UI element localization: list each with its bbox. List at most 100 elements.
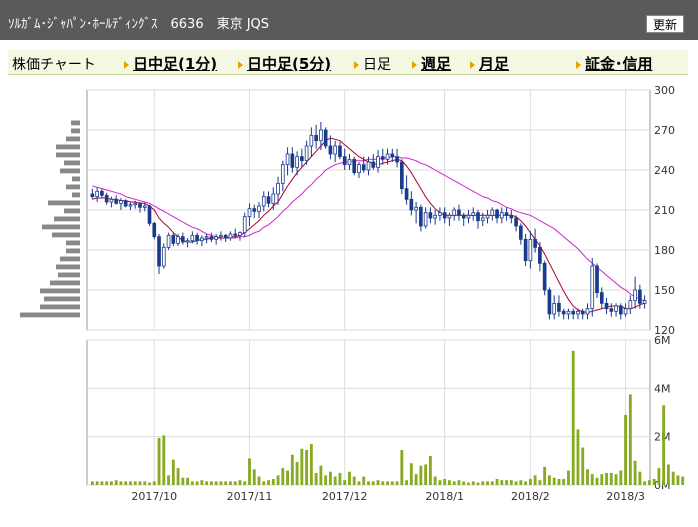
volume-bar (109, 481, 113, 485)
candle-body (342, 156, 347, 166)
volume-bar (495, 478, 499, 485)
price-tick-label: 300 (654, 84, 675, 97)
candle-body (280, 164, 285, 184)
price-tick-label: 270 (654, 124, 675, 137)
price-tick-label: 150 (654, 284, 675, 297)
candle-body (171, 234, 176, 244)
price-profile-bar (56, 144, 80, 150)
volume-bar (643, 481, 647, 485)
volume-bar (505, 480, 508, 485)
volume-bar (295, 462, 299, 485)
price-profile-bar (66, 248, 80, 254)
candle-body (509, 214, 514, 219)
candle-body (352, 158, 357, 174)
candle-body (599, 292, 604, 304)
price-profile-bar (71, 128, 80, 134)
volume-bar (152, 481, 156, 485)
volume-bar (309, 443, 313, 485)
price-tick-label: 240 (654, 164, 675, 177)
price-profile-bar (66, 184, 80, 190)
volume-bar (314, 472, 318, 485)
volume-bar (538, 480, 542, 485)
volume-bar (562, 478, 566, 485)
volume-bar (148, 482, 151, 485)
candle-body (209, 236, 214, 240)
candle-body (204, 236, 209, 239)
candle-body (185, 240, 190, 243)
volume-bar (476, 482, 480, 485)
volume-bar (324, 475, 328, 485)
candle-body (271, 193, 276, 204)
volume-bar (381, 481, 385, 485)
candle-body (257, 205, 261, 212)
volume-bar (328, 471, 332, 485)
volume-bar (205, 481, 209, 485)
price-profile-bar (42, 224, 80, 230)
volume-bar (200, 480, 204, 485)
candle-body (157, 236, 161, 267)
volume-bar (481, 481, 485, 485)
volume-bar (305, 449, 309, 485)
x-tick-label: 2018/3 (606, 490, 645, 503)
volume-bar (647, 480, 651, 485)
volume-bar (567, 470, 570, 485)
candle-body (214, 236, 218, 240)
candle-body (247, 208, 252, 218)
candle-body (433, 214, 437, 219)
volume-bar (367, 481, 370, 485)
price-profile-bar (44, 296, 80, 302)
candle-body (176, 236, 180, 244)
volume-bar (114, 480, 118, 485)
price-profile-bar (72, 192, 80, 198)
candle-body (576, 310, 580, 315)
candle-body (261, 196, 266, 207)
volume-bar (462, 481, 466, 485)
volume-bar (676, 475, 680, 485)
volume-bar (552, 477, 556, 485)
candle-body (295, 156, 299, 168)
candle-body (233, 233, 238, 236)
volume-bar (452, 481, 456, 485)
candle-body (166, 234, 171, 248)
volume-bar (595, 477, 599, 485)
volume-bar (176, 468, 180, 485)
candle-body (457, 209, 461, 216)
candle-body (523, 238, 528, 262)
volume-bar (414, 474, 418, 485)
candle-body (609, 308, 614, 312)
candle-body (285, 153, 290, 166)
candle-body (152, 222, 157, 238)
candle-body (328, 145, 333, 155)
x-tick-label: 2018/2 (511, 490, 550, 503)
volume-bar (438, 480, 442, 485)
candle-body (276, 182, 280, 195)
candle-body (395, 156, 399, 163)
price-profile-bar (48, 200, 80, 206)
price-profile-bar (40, 304, 80, 310)
candle-body (314, 134, 318, 142)
candle-body (419, 206, 423, 227)
candle-body (557, 302, 561, 312)
volume-bar (186, 477, 190, 485)
candle-body (480, 217, 485, 222)
volume-bar (348, 471, 351, 485)
candle-body (409, 198, 414, 211)
volume-bar (90, 481, 94, 485)
volume-bar (405, 480, 409, 485)
candle-body (181, 236, 185, 243)
candle-body (300, 156, 304, 162)
volume-bar (619, 470, 623, 485)
volume-bar (357, 481, 361, 485)
volume-bar (190, 481, 194, 485)
candle-body (380, 156, 385, 160)
x-tick-label: 2017/11 (227, 490, 273, 503)
volume-bar (519, 480, 523, 485)
stock-chart: 3002702402101801501206M4M2M0M2017/102017… (20, 84, 685, 503)
candle-body (142, 205, 147, 208)
volume-bar (248, 458, 251, 485)
candle-body (533, 238, 537, 248)
volume-bar (409, 463, 413, 485)
candle-body (238, 232, 242, 236)
volume-bar (581, 447, 585, 485)
candle-body (495, 209, 499, 219)
